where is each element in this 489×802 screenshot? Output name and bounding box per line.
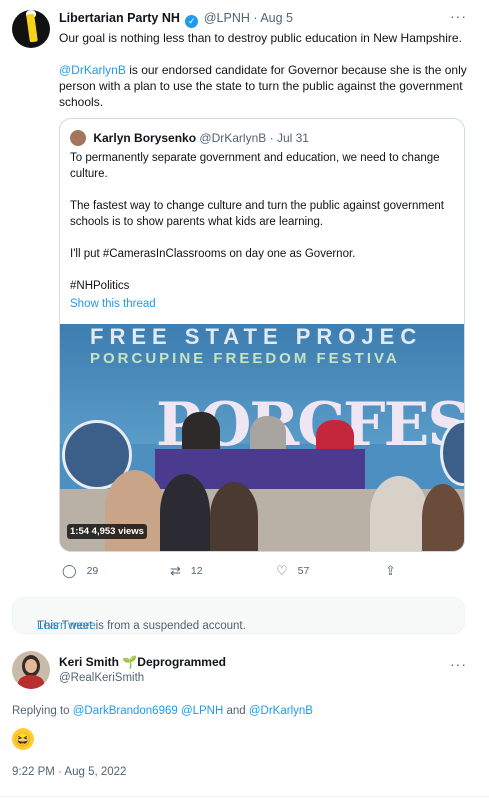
video-duration: 1:54: [70, 526, 90, 537]
hashtag-link[interactable]: #NHPolitics: [70, 278, 450, 294]
display-name[interactable]: Libertarian Party NH: [59, 11, 180, 25]
share-icon: ⇪: [385, 563, 396, 578]
keri-avatar[interactable]: [12, 651, 50, 689]
avatar-body: [18, 675, 44, 689]
retweet-icon: ⇄: [170, 563, 181, 578]
heart-icon: ♡: [276, 563, 288, 578]
torch-icon: [26, 13, 38, 43]
tweet-text-line1: Our goal is nothing less than to destroy…: [59, 31, 462, 45]
more-options-icon[interactable]: ···: [450, 8, 467, 24]
video-player[interactable]: FREE STATE PROJEC PORCUPINE FREEDOM FEST…: [60, 324, 464, 551]
reply-icon: ◯: [62, 563, 77, 578]
reply-handle[interactable]: @RealKeriSmith: [59, 672, 144, 684]
reply-action[interactable]: ◯ 29: [62, 563, 98, 579]
show-thread-link[interactable]: Show this thread: [70, 296, 450, 312]
audience-member: [370, 476, 428, 551]
audience-member: [160, 474, 210, 551]
replying-mentions-link[interactable]: @DarkBrandon6969 @LPNH: [73, 705, 224, 717]
reply-timestamp[interactable]: 9:22 PM · Aug 5, 2022: [12, 766, 126, 778]
like-count: 57: [297, 565, 310, 577]
replying-prefix: Replying to: [12, 705, 73, 717]
quote-date: · Jul 31: [269, 131, 309, 145]
avatar-face: [25, 659, 37, 673]
replying-last-mention-link[interactable]: @DrKarlynB: [249, 705, 313, 717]
video-views: 4,953 views: [91, 526, 144, 537]
quote-para1: To permanently separate government and e…: [70, 152, 440, 180]
quote-display-name: Karlyn Borysenko: [93, 131, 197, 145]
like-action[interactable]: ♡ 57: [276, 563, 309, 579]
mention-link[interactable]: @DrKarlynB: [59, 63, 126, 77]
learn-more-link[interactable]: Learn more: [37, 620, 96, 632]
tweet-text-line2: @DrKarlynB is our endorsed candidate for…: [59, 62, 469, 110]
tweet-date[interactable]: · Aug 5: [253, 11, 293, 25]
reply-more-options-icon[interactable]: ···: [450, 656, 467, 672]
lpnh-avatar[interactable]: [12, 10, 50, 48]
panelist-middle: [250, 416, 286, 452]
quoted-tweet[interactable]: Karlyn Borysenko @DrKarlynB · Jul 31 To …: [59, 118, 465, 552]
handle[interactable]: @LPNH: [204, 11, 250, 25]
replying-and: and: [223, 705, 249, 717]
reply-count: 29: [86, 565, 99, 577]
quote-para3: I'll put #CamerasInClassrooms on day one…: [70, 248, 356, 260]
audience-member: [422, 484, 464, 551]
suspended-notice: This Tweet is from a suspended account. …: [12, 597, 465, 634]
reply-display-name[interactable]: Keri Smith 🌱Deprogrammed: [59, 655, 226, 669]
video-duration-badge: 1:54 4,953 views: [67, 524, 147, 539]
panelist-left: [182, 412, 220, 452]
quote-handle: @DrKarlynB: [199, 131, 267, 145]
banner-line2: PORCUPINE FREEDOM FESTIVA: [90, 350, 400, 367]
banner-line1: FREE STATE PROJEC: [90, 324, 423, 349]
retweet-count: 12: [190, 565, 203, 577]
retweet-action[interactable]: ⇄ 12: [170, 563, 203, 579]
share-action[interactable]: ⇪: [385, 563, 406, 579]
verified-badge-icon: ✓: [185, 15, 199, 28]
audience-member: [210, 482, 258, 551]
quote-avatar[interactable]: [70, 130, 86, 146]
bottom-divider: [0, 796, 489, 797]
replying-to: Replying to @DarkBrandon6969 @LPNH and @…: [12, 705, 313, 717]
main-tweet[interactable]: Libertarian Party NH ✓ @LPNH · Aug 5 ···…: [0, 0, 489, 596]
laughing-emoji: 😆: [12, 728, 34, 750]
tweet-header: Libertarian Party NH ✓ @LPNH · Aug 5: [59, 11, 293, 28]
quote-para2: The fastest way to change culture and tu…: [70, 200, 444, 228]
quote-header: Karlyn Borysenko @DrKarlynB · Jul 31: [70, 130, 309, 146]
